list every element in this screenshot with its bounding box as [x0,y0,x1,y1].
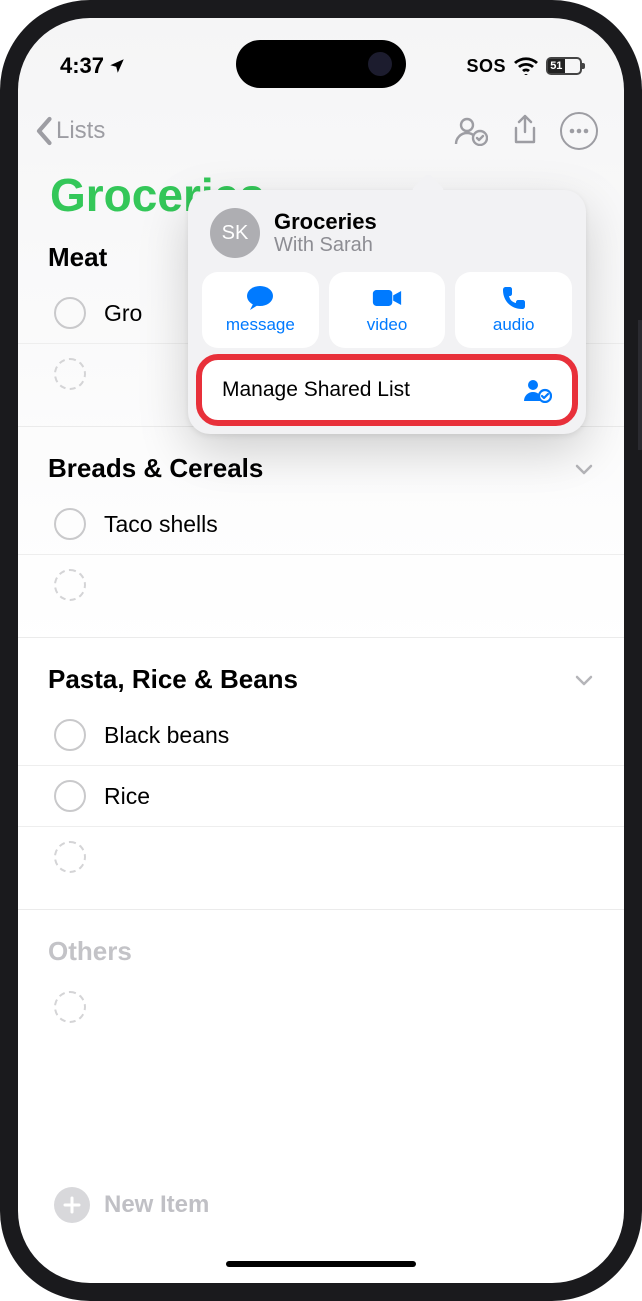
chevron-left-icon [34,116,56,146]
radio-unchecked-icon[interactable] [54,780,86,812]
plus-circle-icon [54,1187,90,1223]
section-pasta: Pasta, Rice & Beans Black beans Rice [18,637,624,909]
list-item[interactable]: Taco shells [18,494,624,555]
section-name: Breads & Cereals [48,453,263,484]
navbar: Lists [18,88,624,160]
radio-unchecked-icon[interactable] [54,508,86,540]
popover-subtitle: With Sarah [274,234,377,257]
chevron-down-icon[interactable] [574,673,594,687]
share-popover: SK Groceries With Sarah message video au [188,190,586,434]
video-icon [372,285,402,311]
more-button[interactable] [558,110,600,152]
message-label: message [226,315,295,335]
add-item-placeholder[interactable] [18,827,624,887]
radio-ghost-icon [54,841,86,873]
wifi-icon [514,57,538,75]
share-icon [511,114,539,148]
dynamic-island [236,40,406,88]
section-name: Pasta, Rice & Beans [48,664,298,695]
section-header[interactable]: Breads & Cereals [18,453,624,494]
audio-label: audio [493,315,535,335]
status-time: 4:37 [60,53,104,79]
add-item-placeholder[interactable] [18,555,624,615]
popover-actions: message video audio [202,272,572,348]
section-name: Meat [48,242,107,273]
new-item-label: New Item [104,1191,209,1219]
list-item[interactable]: Black beans [18,705,624,766]
new-item-button[interactable]: New Item [54,1187,209,1223]
section-header[interactable]: Others [18,936,624,977]
phone-icon [499,285,529,311]
phone-frame: 4:37 SOS 51 Lists [0,0,642,1301]
person-badge-check-icon [522,377,552,403]
back-label: Lists [56,117,105,145]
message-button[interactable]: message [202,272,319,348]
battery-level: 51 [548,59,565,73]
video-label: video [367,315,408,335]
home-indicator[interactable] [226,1261,416,1267]
sos-indicator: SOS [466,56,506,77]
battery-icon: 51 [546,57,582,75]
power-button [638,320,642,450]
avatar: SK [210,208,260,258]
back-button[interactable]: Lists [34,116,105,146]
item-text: Black beans [104,722,259,749]
section-others: Others [18,909,624,1059]
popover-title: Groceries [274,209,377,234]
radio-ghost-icon [54,991,86,1023]
share-button[interactable] [504,110,546,152]
screen: 4:37 SOS 51 Lists [18,18,624,1283]
item-text: Taco shells [104,511,248,538]
list-item[interactable]: Rice [18,766,624,827]
add-item-placeholder[interactable] [18,977,624,1037]
section-header[interactable]: Pasta, Rice & Beans [18,664,624,705]
audio-button[interactable]: audio [455,272,572,348]
manage-shared-list-button[interactable]: Manage Shared List [202,360,572,420]
person-share-icon [454,116,488,146]
chevron-down-icon[interactable] [574,462,594,476]
video-button[interactable]: video [329,272,446,348]
message-icon [245,285,275,311]
radio-unchecked-icon[interactable] [54,297,86,329]
item-text: Gro [104,300,172,327]
popover-header: SK Groceries With Sarah [202,208,572,272]
section-breads: Breads & Cereals Taco shells [18,426,624,637]
manage-label: Manage Shared List [222,378,410,402]
section-name: Others [48,936,132,967]
ellipsis-circle-icon [560,112,598,150]
radio-ghost-icon [54,358,86,390]
collaborate-button[interactable] [450,110,492,152]
location-icon [108,57,126,75]
radio-unchecked-icon[interactable] [54,719,86,751]
radio-ghost-icon [54,569,86,601]
item-text: Rice [104,783,180,810]
